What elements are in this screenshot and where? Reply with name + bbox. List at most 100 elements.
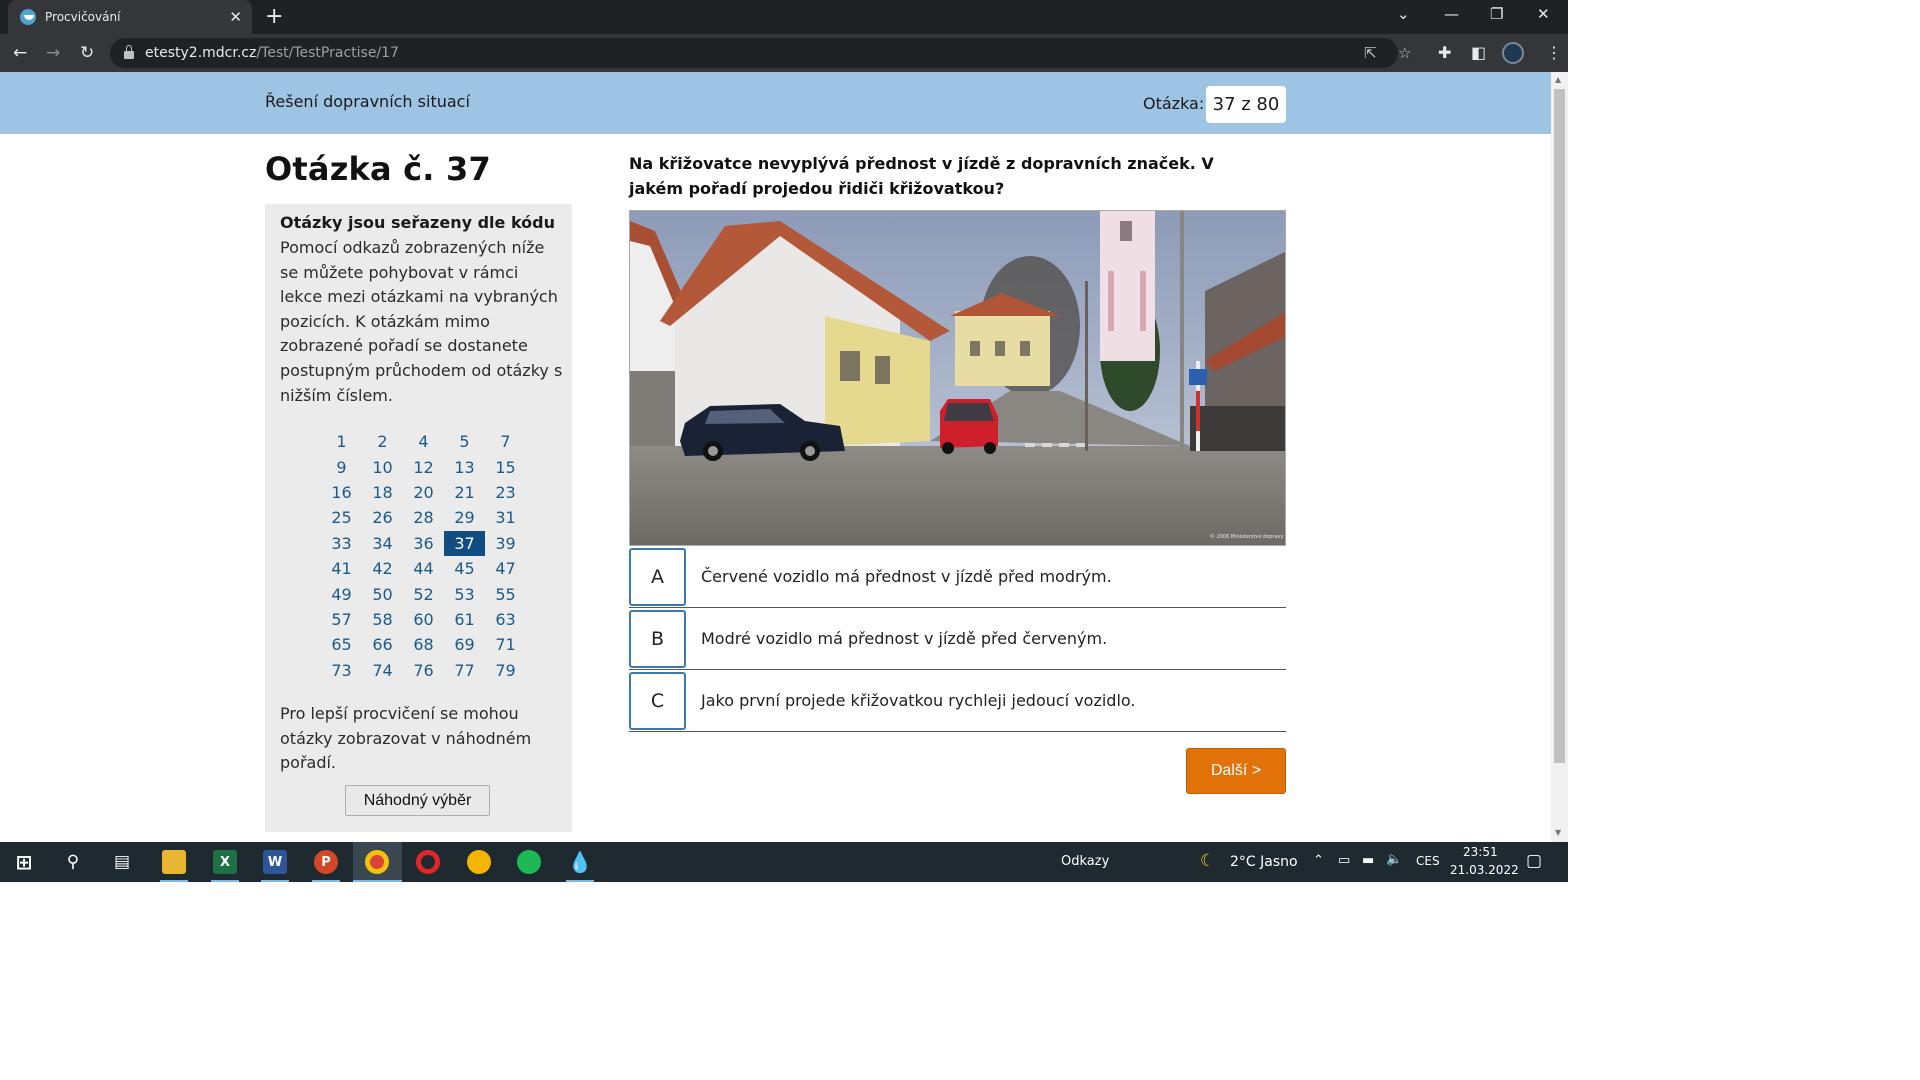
question-link[interactable]: 18 xyxy=(362,480,403,505)
opera-icon[interactable] xyxy=(416,850,440,874)
question-link[interactable]: 25 xyxy=(321,505,362,530)
battery-icon[interactable]: ▬ xyxy=(1362,853,1374,868)
question-link[interactable]: 61 xyxy=(444,607,485,632)
page-scrollbar[interactable]: ▲ ▼ xyxy=(1551,72,1568,842)
profile-avatar[interactable] xyxy=(1502,42,1524,64)
question-link[interactable]: 41 xyxy=(321,556,362,581)
question-link[interactable]: 52 xyxy=(403,581,444,606)
question-link[interactable]: 21 xyxy=(444,480,485,505)
input-language[interactable]: CES xyxy=(1416,854,1440,868)
question-link[interactable]: 29 xyxy=(444,505,485,530)
question-link[interactable]: 69 xyxy=(444,632,485,657)
question-link[interactable]: 31 xyxy=(485,505,526,530)
question-link[interactable]: 5 xyxy=(444,429,485,454)
new-tab-button[interactable]: + xyxy=(265,4,283,30)
answer-letter[interactable]: B xyxy=(629,610,686,668)
spotify-icon[interactable] xyxy=(517,850,541,874)
question-link[interactable]: 4 xyxy=(403,429,444,454)
answer-option-c[interactable]: C Jako první projede křižovatkou rychlej… xyxy=(629,672,1286,732)
answer-letter[interactable]: A xyxy=(629,548,686,606)
minimize-window-icon[interactable]: — xyxy=(1444,5,1459,23)
question-link[interactable]: 49 xyxy=(321,581,362,606)
question-link[interactable]: 63 xyxy=(485,607,526,632)
next-question-button[interactable]: Další > xyxy=(1186,748,1286,794)
address-bar[interactable]: etesty2.mdcr.cz/Test/TestPractise/17 ⇱ ☆ xyxy=(110,38,1411,68)
side-panel-icon[interactable]: ◧ xyxy=(1471,43,1486,62)
question-link[interactable]: 77 xyxy=(444,658,485,683)
question-link-active[interactable]: 37 xyxy=(444,530,485,556)
question-link[interactable]: 74 xyxy=(362,658,403,683)
question-link[interactable]: 45 xyxy=(444,556,485,581)
question-link[interactable]: 42 xyxy=(362,556,403,581)
bookmark-star-icon[interactable]: ☆ xyxy=(1398,44,1411,62)
question-link[interactable]: 16 xyxy=(321,480,362,505)
question-link[interactable]: 33 xyxy=(321,531,362,556)
close-window-icon[interactable]: ✕ xyxy=(1537,5,1550,23)
question-link[interactable]: 79 xyxy=(485,658,526,683)
scroll-down-arrow-icon[interactable]: ▼ xyxy=(1555,828,1561,837)
question-link[interactable]: 50 xyxy=(362,581,403,606)
question-link[interactable]: 57 xyxy=(321,607,362,632)
question-link[interactable]: 55 xyxy=(485,581,526,606)
scroll-up-arrow-icon[interactable]: ▲ xyxy=(1555,75,1561,84)
random-selection-button[interactable]: Náhodný výběr xyxy=(345,785,490,816)
excel-icon[interactable]: X xyxy=(213,850,237,874)
powerpoint-icon[interactable]: P xyxy=(314,850,338,874)
question-link[interactable]: 65 xyxy=(321,632,362,657)
back-arrow-icon[interactable]: ← xyxy=(13,42,27,64)
question-link[interactable]: 2 xyxy=(362,429,403,454)
file-explorer-icon[interactable] xyxy=(162,850,186,874)
network-icon[interactable]: ▭ xyxy=(1338,853,1350,868)
answer-text[interactable]: Modré vozidlo má přednost v jízdě před č… xyxy=(701,629,1107,648)
answer-option-a[interactable]: A Červené vozidlo má přednost v jízdě př… xyxy=(629,548,1286,608)
question-link[interactable]: 34 xyxy=(362,531,403,556)
question-link[interactable]: 71 xyxy=(485,632,526,657)
question-link[interactable]: 26 xyxy=(362,505,403,530)
volume-icon[interactable]: 🔈 xyxy=(1386,852,1402,867)
question-link[interactable]: 23 xyxy=(485,480,526,505)
question-link[interactable]: 76 xyxy=(403,658,444,683)
links-toolbar-label[interactable]: Odkazy xyxy=(1061,854,1109,869)
moon-weather-icon[interactable]: ☾ xyxy=(1200,851,1215,871)
question-link[interactable]: 20 xyxy=(403,480,444,505)
word-icon[interactable]: W xyxy=(263,850,287,874)
question-link[interactable]: 36 xyxy=(403,531,444,556)
share-icon[interactable]: ⇱ xyxy=(1364,44,1377,62)
tray-chevron-up-icon[interactable]: ⌃ xyxy=(1313,853,1324,868)
browser-menu-icon[interactable]: ⋮ xyxy=(1546,43,1562,62)
color-picker-drop-icon[interactable]: 💧 xyxy=(568,850,593,874)
clock-time[interactable]: 23:51 xyxy=(1463,845,1498,859)
search-icon[interactable]: ⚲ xyxy=(61,850,85,874)
question-link[interactable]: 60 xyxy=(403,607,444,632)
question-link[interactable]: 68 xyxy=(403,632,444,657)
extensions-puzzle-icon[interactable]: ✚ xyxy=(1438,43,1451,62)
restore-window-icon[interactable]: ❐ xyxy=(1490,5,1503,23)
weather-text[interactable]: 2°C Jasno xyxy=(1230,854,1298,870)
answer-text[interactable]: Jako první projede křižovatkou rychleji … xyxy=(701,691,1136,710)
lock-icon[interactable] xyxy=(124,45,134,59)
forward-arrow-icon[interactable]: → xyxy=(46,42,60,64)
question-link[interactable]: 44 xyxy=(403,556,444,581)
question-link[interactable]: 53 xyxy=(444,581,485,606)
reload-icon[interactable]: ↻ xyxy=(80,42,94,64)
question-link[interactable]: 15 xyxy=(485,454,526,479)
scroll-thumb[interactable] xyxy=(1554,89,1565,763)
answer-letter[interactable]: C xyxy=(629,672,686,730)
tab-close-icon[interactable]: ✕ xyxy=(229,8,242,26)
question-link[interactable]: 9 xyxy=(321,454,362,479)
question-link[interactable]: 66 xyxy=(362,632,403,657)
notifications-icon[interactable]: ▢ xyxy=(1526,851,1542,871)
question-link[interactable]: 12 xyxy=(403,454,444,479)
question-link[interactable]: 1 xyxy=(321,429,362,454)
question-link[interactable]: 39 xyxy=(485,531,526,556)
task-view-icon[interactable]: ▤ xyxy=(110,850,134,874)
answer-text[interactable]: Červené vozidlo má přednost v jízdě před… xyxy=(701,567,1112,586)
question-link[interactable]: 7 xyxy=(485,429,526,454)
vpn-app-icon[interactable] xyxy=(467,850,491,874)
clock-date[interactable]: 21.03.2022 xyxy=(1450,863,1519,877)
answer-option-b[interactable]: B Modré vozidlo má přednost v jízdě před… xyxy=(629,610,1286,670)
question-link[interactable]: 47 xyxy=(485,556,526,581)
question-link[interactable]: 13 xyxy=(444,454,485,479)
tab-search-chevron-icon[interactable]: ⌄ xyxy=(1397,5,1410,23)
chrome-icon[interactable] xyxy=(365,850,389,874)
